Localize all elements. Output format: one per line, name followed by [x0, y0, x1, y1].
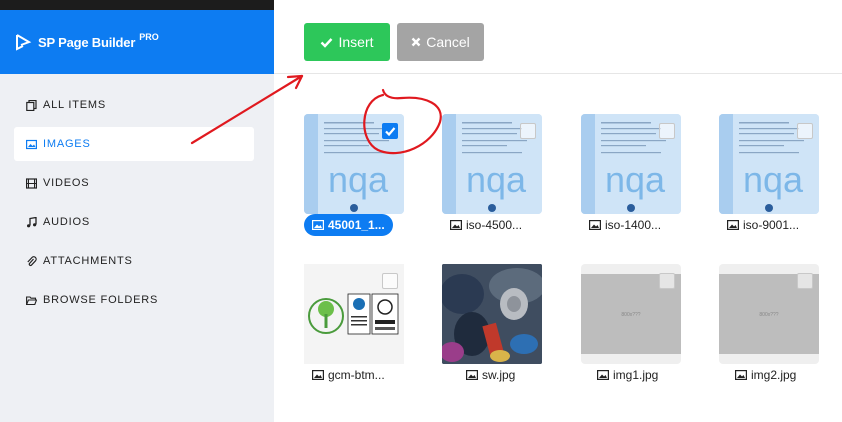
media-thumb-gcm-btm[interactable] — [304, 264, 404, 364]
film-icon — [26, 177, 37, 189]
file-name-text: gcm-btm... — [328, 368, 385, 382]
file-name-text: iso-9001... — [743, 218, 800, 232]
nav-item-videos[interactable]: VIDEOS — [14, 166, 254, 200]
nav-label: AUDIOS — [43, 216, 90, 228]
selection-checkbox[interactable] — [797, 123, 813, 139]
copy-icon — [26, 99, 37, 111]
file-name[interactable]: gcm-btm... — [312, 364, 385, 386]
cancel-label: Cancel — [426, 34, 470, 50]
media-grid: nqa 45001_1... nqa iso-4500... nqa iso-1… — [274, 74, 842, 422]
svg-text:nqa: nqa — [328, 159, 389, 200]
insert-button[interactable]: Insert — [304, 23, 390, 61]
nav-item-attachments[interactable]: ATTACHMENTS — [14, 244, 254, 278]
image-icon — [727, 220, 739, 230]
media-thumb-iso-14001[interactable]: nqa — [581, 114, 681, 214]
selection-checkbox[interactable] — [797, 273, 813, 289]
image-icon — [26, 139, 37, 149]
file-name[interactable]: img2.jpg — [735, 364, 796, 386]
file-name-text: img1.jpg — [613, 368, 659, 382]
file-name[interactable]: sw.jpg — [466, 364, 515, 386]
image-icon — [312, 370, 324, 380]
paperclip-icon — [27, 255, 37, 266]
file-name[interactable]: iso-1400... — [589, 214, 661, 236]
folder-open-icon — [26, 295, 37, 305]
svg-text:nqa: nqa — [466, 159, 527, 200]
sp-logo-icon — [16, 34, 32, 51]
media-thumb-iso-9001[interactable]: nqa — [719, 114, 819, 214]
close-icon — [411, 37, 421, 47]
nav-label: VIDEOS — [43, 177, 90, 189]
nav-item-all-items[interactable]: ALL ITEMS — [14, 88, 254, 122]
placeholder-size-label: 800x??? — [759, 312, 779, 318]
media-thumb-img1[interactable]: 800x??? — [581, 264, 681, 364]
check-icon — [385, 127, 396, 137]
svg-text:nqa: nqa — [605, 159, 666, 200]
file-name-text: 45001_1... — [328, 218, 385, 232]
file-name-text: sw.jpg — [482, 368, 516, 382]
photo-thumbnail — [442, 264, 542, 364]
selection-checkbox[interactable] — [520, 123, 536, 139]
file-name[interactable]: iso-9001... — [727, 214, 799, 236]
nav-label: ALL ITEMS — [43, 99, 107, 111]
file-name-text: img2.jpg — [751, 368, 797, 382]
image-icon — [589, 220, 601, 230]
nav-item-images[interactable]: IMAGES — [14, 127, 254, 161]
toolbar: Insert Cancel — [274, 10, 842, 74]
sidebar: SP Page Builder PRO ALL ITEMS IMAGES VID… — [0, 10, 274, 422]
selection-checkbox[interactable] — [382, 123, 398, 139]
file-name-text: iso-4500... — [466, 218, 523, 232]
music-icon — [27, 216, 37, 227]
image-icon — [466, 370, 478, 380]
nav-label: IMAGES — [43, 138, 91, 150]
nav-label: BROWSE FOLDERS — [43, 294, 159, 306]
brand-name: SP Page Builder — [38, 34, 136, 50]
media-thumb-45001[interactable]: nqa — [304, 114, 404, 214]
media-thumb-iso-45001[interactable]: nqa — [442, 114, 542, 214]
media-manager-main: Insert Cancel nqa 45001_1... nqa iso-450… — [274, 10, 842, 422]
media-thumb-sw[interactable] — [442, 264, 542, 364]
file-name-text: iso-1400... — [605, 218, 662, 232]
nav-label: ATTACHMENTS — [43, 255, 133, 267]
brand-header: SP Page Builder PRO — [0, 10, 274, 74]
file-name[interactable]: iso-4500... — [450, 214, 522, 236]
window-top-strip — [0, 0, 842, 10]
selection-checkbox[interactable] — [659, 123, 675, 139]
insert-label: Insert — [338, 34, 374, 50]
image-icon — [735, 370, 747, 380]
check-icon — [320, 37, 333, 48]
svg-text:nqa: nqa — [743, 159, 804, 200]
media-nav: ALL ITEMS IMAGES VIDEOS AUDIOS ATTACHMEN… — [0, 74, 274, 317]
image-icon — [312, 220, 324, 230]
image-icon — [597, 370, 609, 380]
placeholder-size-label: 800x??? — [621, 312, 641, 318]
cancel-button[interactable]: Cancel — [397, 23, 484, 61]
top-strip-light — [274, 0, 842, 10]
nav-item-browse-folders[interactable]: BROWSE FOLDERS — [14, 283, 254, 317]
file-name[interactable]: img1.jpg — [597, 364, 658, 386]
brand-badge: PRO — [139, 32, 159, 42]
selection-checkbox[interactable] — [382, 273, 398, 289]
nav-item-audios[interactable]: AUDIOS — [14, 205, 254, 239]
file-name-selected[interactable]: 45001_1... — [304, 214, 393, 236]
media-thumb-img2[interactable]: 800x??? — [719, 264, 819, 364]
selection-checkbox[interactable] — [659, 273, 675, 289]
image-icon — [450, 220, 462, 230]
